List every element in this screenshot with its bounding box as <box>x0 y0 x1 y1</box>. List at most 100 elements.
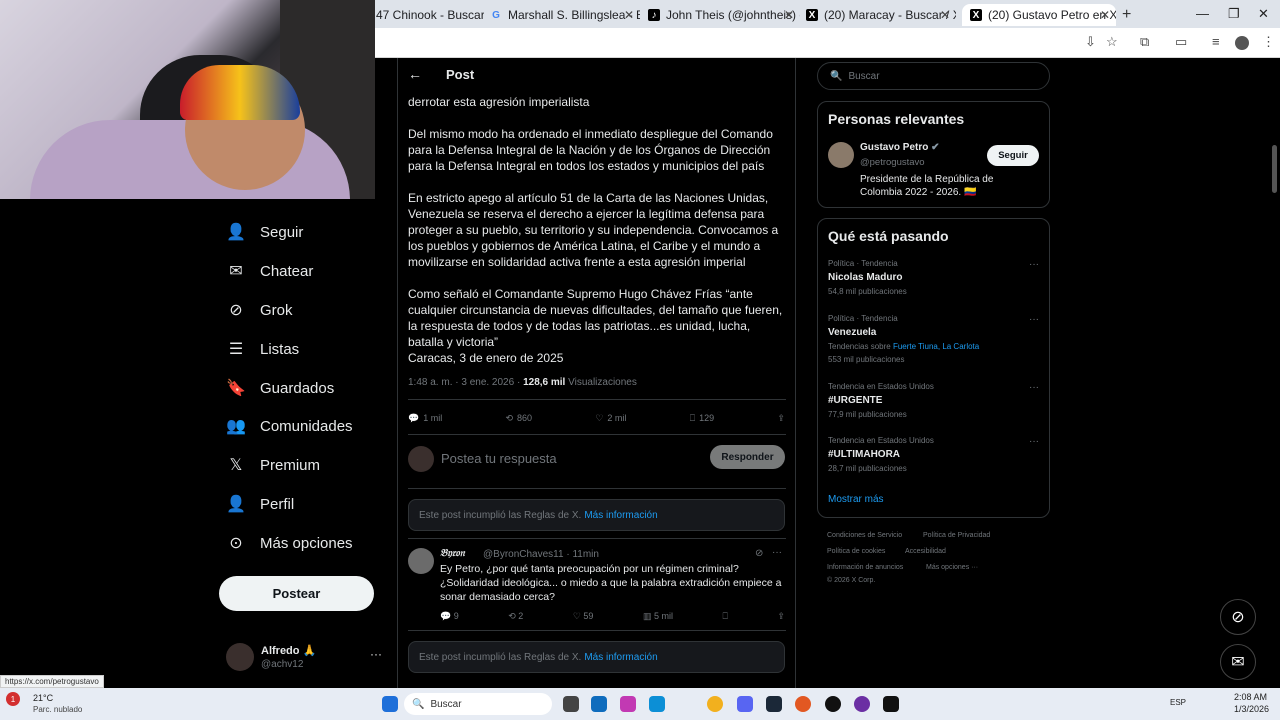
discord-icon[interactable] <box>737 696 753 712</box>
nav-item-chatear[interactable]: ✉ Chatear <box>226 256 313 286</box>
footer-link[interactable]: Condiciones de Servicio <box>827 532 902 539</box>
grok-icon[interactable]: ⊘ <box>755 548 763 559</box>
more-icon[interactable]: ··· <box>1029 382 1039 393</box>
star-icon[interactable]: ☆ <box>1106 34 1118 50</box>
scrollbar-thumb[interactable] <box>1272 145 1277 193</box>
nav-label: Listas <box>260 340 300 358</box>
steam-icon[interactable] <box>766 696 782 712</box>
taskbar-search[interactable]: 🔍 Buscar <box>404 693 552 715</box>
back-arrow-icon[interactable]: ← <box>408 66 422 82</box>
media-icon[interactable]: ≡ <box>1212 34 1220 49</box>
nav-item-perfil[interactable]: 👤 Perfil <box>226 489 294 519</box>
reply-action[interactable]: 💬 9 <box>440 611 459 625</box>
share-icon[interactable]: ⇪ <box>777 611 785 625</box>
clock-date[interactable]: 1/3/2026 <box>1234 704 1269 714</box>
bookmark-icon[interactable]: ⎕ <box>722 611 727 625</box>
trend-name[interactable]: #ULTIMAHORA <box>828 449 900 460</box>
nav-item-listas[interactable]: ☰ Listas <box>226 334 299 364</box>
more-icon[interactable]: ··· <box>370 647 382 661</box>
reply-button[interactable]: Responder <box>710 445 785 469</box>
nav-item-seguir[interactable]: 👤 Seguir <box>226 217 303 247</box>
browser-tab[interactable]: ♪ John Theis (@johntheis) está LI ✕ <box>648 4 800 26</box>
close-window-icon[interactable]: ✕ <box>1258 6 1269 22</box>
repost-action[interactable]: ⟲ 860 <box>506 413 533 424</box>
views-action[interactable]: ▥ 5 mil <box>643 611 673 625</box>
trend-name[interactable]: Venezuela <box>828 327 876 338</box>
avatar[interactable] <box>408 548 434 574</box>
split-view-icon[interactable]: ▭ <box>1175 34 1187 50</box>
reply-input[interactable]: Postea tu respuesta <box>441 451 557 466</box>
trend-name[interactable]: #URGENTE <box>828 395 882 406</box>
browser-tab[interactable]: G Marshall S. Billingslea - Buscar ✕ <box>490 4 640 26</box>
minimize-icon[interactable]: — <box>1196 6 1209 21</box>
reply-author-name[interactable]: 𝔅𝔶𝔯𝔬𝔫 <box>440 548 465 559</box>
edge-icon[interactable] <box>649 696 665 712</box>
footer-link[interactable]: Política de Privacidad <box>923 532 990 539</box>
windows-start-icon[interactable] <box>382 696 398 712</box>
avatar[interactable] <box>828 142 854 168</box>
brave-icon[interactable] <box>795 696 811 712</box>
nav-item-guardados[interactable]: 🔖 Guardados <box>226 373 334 403</box>
nav-item-premium[interactable]: 𝕏 Premium <box>226 450 320 480</box>
reply-composer: Postea tu respuesta Responder <box>408 443 785 473</box>
clock-time[interactable]: 2:08 AM <box>1234 692 1267 702</box>
browser-tab-active[interactable]: X (20) Gustavo Petro en X: "Este ✕ <box>962 4 1116 26</box>
more-icon[interactable]: ··· <box>1029 436 1039 447</box>
nav-item-comunidades[interactable]: 👥 Comunidades <box>226 411 353 441</box>
nav-item-mas-opciones[interactable]: ⊙ Más opciones <box>226 528 352 558</box>
more-info-link[interactable]: Más información <box>584 652 657 663</box>
more-icon[interactable]: ··· <box>772 547 782 558</box>
like-action[interactable]: ♡ 59 <box>573 611 594 625</box>
close-icon[interactable]: ✕ <box>624 8 634 22</box>
footer-link[interactable]: Accesibilidad <box>905 548 946 555</box>
messages-icon[interactable]: ✉ <box>1220 644 1256 680</box>
nav-label: Guardados <box>260 379 335 397</box>
repost-action[interactable]: ⟲ 2 <box>508 611 523 625</box>
nav-label: Grok <box>260 301 293 319</box>
close-icon[interactable]: ✕ <box>940 8 950 22</box>
browser-tab[interactable]: 47 Chinook - Buscar co <box>376 4 484 26</box>
trend-name[interactable]: Nicolas Maduro <box>828 272 902 283</box>
profile-avatar[interactable] <box>1235 36 1249 50</box>
follow-button[interactable]: Seguir <box>987 145 1039 166</box>
account-switcher[interactable]: Alfredo 🙏 @achv12 ··· <box>226 643 386 673</box>
outlook-icon[interactable] <box>591 696 607 712</box>
tiktok-icon[interactable] <box>883 696 899 712</box>
language-indicator[interactable]: ESP <box>1170 698 1186 707</box>
footer-link[interactable]: Información de anuncios <box>827 564 903 571</box>
footer-link[interactable]: Más opciones ··· <box>926 564 978 571</box>
browser-tab[interactable]: X (20) Maracay - Buscar / X ✕ <box>806 4 956 26</box>
close-icon[interactable]: ✕ <box>784 8 794 22</box>
menu-icon[interactable]: ⋮ <box>1262 34 1275 50</box>
extensions-icon[interactable]: ⧉ <box>1140 34 1149 50</box>
task-view-icon[interactable] <box>563 696 579 712</box>
obs-icon[interactable] <box>825 696 841 712</box>
install-app-icon[interactable]: ⇩ <box>1085 34 1096 50</box>
chrome-icon[interactable] <box>707 696 723 712</box>
post-button[interactable]: Postear <box>219 576 374 611</box>
status-url: https://x.com/petrogustavo <box>0 675 104 688</box>
restore-icon[interactable]: ❐ <box>1228 6 1240 22</box>
show-more-link[interactable]: Mostrar más <box>828 494 884 505</box>
person-bio: Presidente de la República de Colombia 2… <box>860 174 994 198</box>
share-icon[interactable]: ⇪ <box>777 413 785 424</box>
more-info-link[interactable]: Más información <box>584 510 657 521</box>
post-time[interactable]: 1:48 a. m. · 3 ene. 2026 · <box>408 377 520 388</box>
grok-icon[interactable]: ⊘ <box>1220 599 1256 635</box>
close-icon[interactable]: ✕ <box>1100 8 1110 22</box>
trend-related: Tendencias sobre Fuerte Tiuna, La Carlot… <box>828 342 979 351</box>
bookmark-action[interactable]: ⎕ 129 <box>690 413 714 424</box>
reply-action[interactable]: 💬 1 mil <box>408 413 442 424</box>
related-link[interactable]: Fuerte Tiuna, La Carlota <box>893 342 979 351</box>
weather-temp[interactable]: 21°C <box>33 693 53 703</box>
person-name-row[interactable]: Gustavo Petro ✔ <box>860 142 940 153</box>
app-icon[interactable] <box>854 696 870 712</box>
more-icon[interactable]: ··· <box>1029 259 1039 270</box>
nav-item-grok[interactable]: ⊘ Grok <box>226 295 293 325</box>
copilot-icon[interactable] <box>620 696 636 712</box>
new-tab-icon[interactable]: + <box>1122 6 1131 24</box>
search-input[interactable]: 🔍 Buscar <box>817 62 1050 90</box>
like-action[interactable]: ♡ 2 mil <box>595 413 626 424</box>
footer-link[interactable]: Política de cookies <box>827 548 885 555</box>
more-icon[interactable]: ··· <box>1029 314 1039 325</box>
